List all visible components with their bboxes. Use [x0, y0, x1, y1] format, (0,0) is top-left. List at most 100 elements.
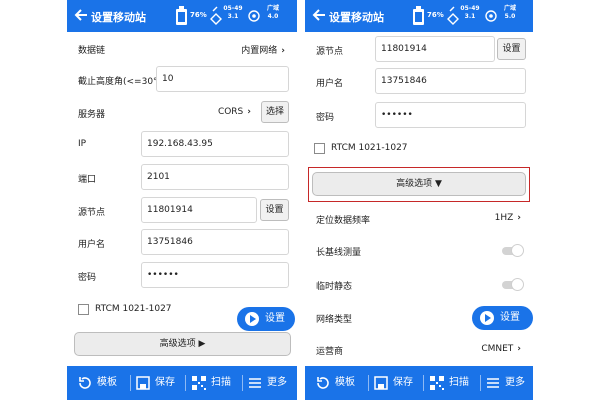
save-icon: [374, 376, 388, 390]
server-label: 服务器: [78, 110, 106, 120]
username-row: 用户名 13751846: [305, 68, 533, 98]
server-row[interactable]: 服务器 CORS › 选择: [67, 100, 297, 126]
bottom-toolbar: 模板 保存 扫描 更多: [305, 366, 533, 400]
temporary-static-toggle[interactable]: [502, 278, 524, 291]
signal-status: 广域 4.0: [266, 5, 279, 20]
mount-point-label: 源节点: [78, 208, 106, 218]
username-label: 用户名: [78, 240, 106, 250]
username-input[interactable]: 13751846: [375, 68, 526, 94]
signal-status: 广域 5.0: [503, 5, 516, 20]
mount-settings-button[interactable]: 设置: [497, 38, 526, 60]
password-input[interactable]: ••••••: [141, 262, 289, 288]
username-row: 用户名 13751846: [67, 229, 297, 259]
carrier-value: CMNET ›: [481, 344, 521, 354]
temporary-static-row: 临时静态: [305, 272, 533, 298]
data-link-label: 数据链: [78, 46, 106, 56]
settings-fab-label: 设置: [265, 313, 285, 324]
settings-fab-label: 设置: [500, 312, 520, 323]
cutoff-angle-input[interactable]: 10: [156, 66, 289, 92]
advanced-options-button[interactable]: 高级选项 ▼: [312, 172, 526, 196]
back-arrow-icon[interactable]: [311, 7, 327, 23]
rtcm-label: RTCM 1021-1027: [95, 304, 172, 314]
long-baseline-label: 长基线测量: [316, 248, 362, 258]
rtcm-checkbox[interactable]: [78, 304, 89, 315]
positioning-rate-label: 定位数据频率: [316, 216, 371, 226]
toggle-knob: [511, 244, 524, 257]
long-baseline-row: 长基线测量: [305, 238, 533, 264]
satellite-icon: [210, 6, 222, 25]
rtcm-checkbox[interactable]: [314, 143, 325, 154]
ip-row: IP 192.168.43.95: [67, 131, 297, 161]
save-icon: [136, 376, 150, 390]
data-link-row[interactable]: 数据链 内置网络 ›: [67, 32, 297, 64]
chevron-right-icon: ›: [281, 46, 285, 56]
port-input[interactable]: 2101: [141, 164, 289, 190]
back-arrow-icon[interactable]: [73, 7, 89, 23]
positioning-rate-row[interactable]: 定位数据频率 1HZ ›: [305, 206, 533, 232]
cutoff-label: 截止高度角(<=30°): [78, 77, 162, 87]
qr-code-icon: [192, 376, 206, 390]
qr-code-icon: [430, 376, 444, 390]
password-label: 密码: [316, 113, 335, 123]
password-label: 密码: [78, 273, 97, 283]
username-label: 用户名: [316, 79, 344, 89]
battery-icon: [413, 6, 424, 25]
chevron-right-icon: ›: [247, 107, 251, 117]
toolbar-divider: [423, 375, 424, 391]
top-bar: 设置移动站 76% 05-49 3.1 广域 5.0: [305, 0, 533, 32]
ip-input[interactable]: 192.168.43.95: [141, 131, 289, 157]
satellite-icon: [447, 6, 459, 25]
toolbar-divider: [368, 375, 369, 391]
cutoff-row: 截止高度角(<=30°) 10: [67, 66, 297, 96]
mount-point-row: 源节点 11801914 设置: [305, 36, 533, 64]
rtcm-label: RTCM 1021-1027: [331, 143, 408, 153]
template-icon: [317, 377, 329, 389]
right-phone-screen: 设置移动站 76% 05-49 3.1 广域 5.0 源节点 11801914 设置…: [305, 0, 533, 400]
carrier-row[interactable]: 运营商 CMNET ›: [305, 338, 533, 362]
play-icon: [245, 312, 259, 326]
select-server-button[interactable]: 选择: [261, 101, 289, 123]
chevron-right-icon: ›: [517, 213, 521, 223]
menu-icon: [249, 378, 261, 388]
mount-point-label: 源节点: [316, 47, 344, 57]
data-link-value: 内置网络 ›: [241, 46, 285, 56]
carrier-label: 运营商: [316, 347, 344, 357]
left-phone-screen: 设置移动站 76% 05-49 3.1 广域 4.0 数据链 内置网络 › 截止高度角…: [67, 0, 297, 400]
password-row: 密码 ••••••: [305, 102, 533, 132]
password-row: 密码 ••••••: [67, 262, 297, 292]
toolbar-divider: [480, 375, 481, 391]
long-baseline-toggle[interactable]: [502, 244, 524, 257]
ip-label: IP: [78, 139, 87, 149]
settings-fab[interactable]: 设置: [237, 307, 295, 331]
positioning-rate-value: 1HZ ›: [494, 213, 521, 223]
advanced-options-button[interactable]: 高级选项 ▶: [74, 332, 291, 356]
template-icon: [79, 377, 91, 389]
battery-percent: 76%: [190, 11, 207, 19]
page-title: 设置移动站: [91, 11, 146, 24]
menu-icon: [487, 378, 499, 388]
mount-point-input[interactable]: 11801914: [375, 36, 495, 62]
top-bar: 设置移动站 76% 05-49 3.1 广域 4.0: [67, 0, 297, 32]
bottom-toolbar: 模板 保存 扫描 更多: [67, 366, 297, 400]
chevron-right-icon: ›: [517, 344, 521, 354]
username-input[interactable]: 13751846: [141, 229, 289, 255]
target-icon: [248, 10, 260, 22]
satellite-count: 05-49 3.1: [460, 5, 480, 20]
mount-settings-button[interactable]: 设置: [260, 199, 289, 221]
server-value: CORS ›: [217, 107, 251, 117]
mount-point-input[interactable]: 11801914: [141, 197, 257, 223]
target-icon: [485, 10, 497, 22]
toolbar-divider: [242, 375, 243, 391]
temporary-static-label: 临时静态: [316, 282, 353, 292]
port-row: 端口 2101: [67, 164, 297, 194]
port-label: 端口: [78, 175, 97, 185]
battery-icon: [176, 6, 187, 25]
mount-point-row: 源节点 11801914 设置: [67, 197, 297, 227]
password-input[interactable]: ••••••: [375, 102, 526, 128]
toolbar-divider: [185, 375, 186, 391]
play-icon: [480, 311, 494, 325]
network-type-label: 网络类型: [316, 315, 353, 325]
page-title: 设置移动站: [329, 11, 384, 24]
toolbar-divider: [130, 375, 131, 391]
settings-fab[interactable]: 设置: [472, 306, 533, 330]
